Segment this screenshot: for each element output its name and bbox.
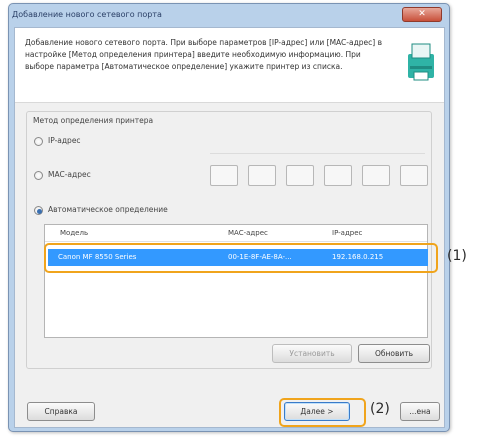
header-description: Добавление нового сетевого порта. При вы…	[25, 38, 383, 71]
mac-octet-1[interactable]	[210, 165, 238, 186]
radio-mac-address[interactable]	[34, 171, 43, 180]
window-title: Добавление нового сетевого порта	[12, 10, 162, 19]
table-header-divider	[45, 241, 427, 242]
column-header-ip[interactable]: IP-адрес	[332, 229, 362, 237]
callout-highlight-1	[44, 243, 438, 273]
cancel-button[interactable]: ...ена	[400, 402, 440, 421]
mac-octet-4[interactable]	[324, 165, 352, 186]
refresh-button[interactable]: Обновить	[358, 344, 430, 363]
close-button[interactable]: ✕	[402, 7, 442, 22]
ip-address-field[interactable]	[210, 134, 425, 154]
mac-octet-3[interactable]	[286, 165, 314, 186]
callout-label-1: (1)	[447, 248, 467, 264]
printer-icon	[405, 40, 439, 84]
radio-ip-address[interactable]	[34, 137, 43, 146]
set-button[interactable]: Установить	[272, 344, 352, 363]
mac-octet-5[interactable]	[362, 165, 390, 186]
callout-label-2: (2)	[370, 401, 390, 417]
callout-highlight-2	[279, 398, 366, 427]
radio-label-auto-detect: Автоматическое определение	[48, 205, 168, 214]
radio-label-mac-address: MAC-адрес	[48, 170, 91, 179]
column-header-mac[interactable]: MAC-адрес	[228, 229, 268, 237]
radio-auto-detect[interactable]	[34, 206, 43, 215]
mac-octet-2[interactable]	[248, 165, 276, 186]
close-icon: ✕	[418, 9, 426, 19]
radio-label-ip-address: IP-адрес	[48, 136, 81, 145]
mac-octet-6[interactable]	[400, 165, 428, 186]
group-title: Метод определения принтера	[33, 116, 154, 125]
help-button[interactable]: Справка	[27, 402, 95, 421]
column-header-model[interactable]: Модель	[60, 229, 88, 237]
